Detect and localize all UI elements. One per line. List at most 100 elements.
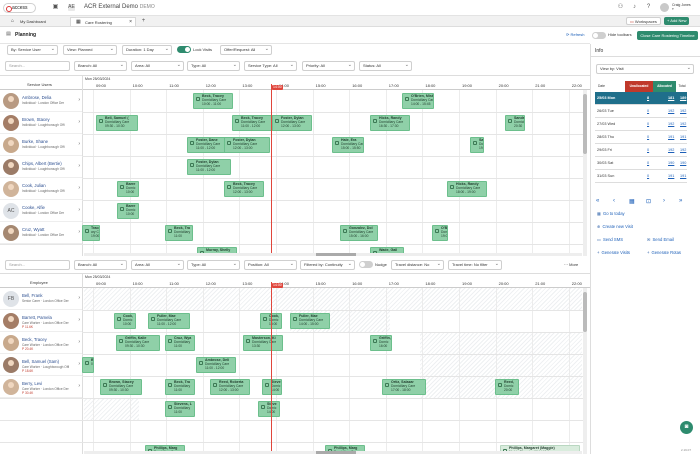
allocated-count[interactable]: 181: [668, 92, 674, 105]
more-button[interactable]: ⋯ More: [564, 262, 578, 267]
travel-time-select[interactable]: Travel time: No filter: [448, 260, 502, 270]
visit-card[interactable]: Griffin, Kalie Domiciliary Care 09:30 - 10…: [116, 335, 160, 351]
person-name[interactable]: Berry, Levi: [22, 381, 42, 386]
visit-card[interactable]: Barre Domic 10:00: [117, 203, 139, 219]
person-name[interactable]: Chips, Albert (Bertie): [22, 161, 62, 166]
duration-select[interactable]: Duration: 1 Day: [122, 45, 172, 55]
chevron-right-icon[interactable]: ›: [78, 185, 80, 191]
total-count[interactable]: 189: [680, 92, 686, 105]
total-count[interactable]: 192: [680, 105, 686, 118]
visit-card[interactable]: Beck, Tracey Domiciliary Care 10:00 - 11:0…: [193, 93, 233, 109]
access-logo[interactable]: access: [3, 3, 36, 13]
service-user-row[interactable]: AC Cooke, Alfie Individual · London Office…: [0, 200, 82, 222]
send-sms-link[interactable]: ▭ Send SMS: [597, 237, 623, 242]
total-count[interactable]: 191: [680, 131, 686, 144]
visit-card[interactable]: Hicks, Randy Domiciliary Care 18:00 - 19:0…: [447, 181, 487, 197]
generate-rotas-link[interactable]: + Generate Rotas: [647, 250, 681, 255]
visit-card[interactable]: Reed, Roberta Domiciliary Care 12:00 - 13:…: [210, 379, 250, 395]
person-name[interactable]: Bell, Frank: [22, 293, 43, 298]
employee-row[interactable]: Beck, Tracey Care Worker · London Office …: [0, 332, 82, 354]
day-row[interactable]: 27/03 Wed 0 192 192: [595, 118, 687, 131]
prev-day-icon[interactable]: ‹: [613, 198, 615, 204]
by-select[interactable]: By: Service User: [7, 45, 58, 55]
visit-card[interactable]: SteveDomic14:00: [258, 401, 280, 417]
nudge-toggle[interactable]: [359, 261, 373, 268]
lock-visits-toggle[interactable]: [177, 46, 191, 53]
visit-card[interactable]: SteveDomic14:00: [262, 379, 282, 395]
visit-card[interactable]: Masterson, Ki Domiciliary Care 13:30: [243, 335, 283, 351]
person-name[interactable]: Cruz, Wyatt: [22, 227, 44, 232]
bell-icon[interactable]: ♪: [631, 4, 638, 11]
priority-select[interactable]: Priority: All: [302, 61, 355, 71]
visit-card[interactable]: Gonzalez, Dol Domiciliary Care 15:00 - 16:…: [340, 225, 378, 241]
allocated-count[interactable]: 192: [668, 118, 674, 131]
chevron-right-icon[interactable]: ›: [78, 97, 80, 103]
user-name[interactable]: Craig Jones ▾: [672, 3, 691, 11]
status-select[interactable]: Status: All: [359, 61, 412, 71]
close-care-rostering-button[interactable]: Close Care Rostering Timeline: [637, 31, 698, 40]
chat-button[interactable]: ◙: [680, 421, 693, 434]
day-row[interactable]: 26/03 Tue 0 192 192: [595, 105, 687, 118]
visit-card[interactable]: Foster, Dylan Domiciliary Care 12:00 - 13:…: [224, 137, 270, 153]
employee-row[interactable]: Bell, Samuel (Sam) Care Worker · Loughbor…: [0, 354, 82, 376]
visit-card[interactable]: Griffin, Domic 16:00: [370, 335, 392, 351]
day-row[interactable]: 25/03 Mon 8 181 189: [595, 92, 687, 105]
visit-card[interactable]: Cruz, Wya Domiciliary 11:00: [165, 335, 195, 351]
chevron-right-icon[interactable]: ›: [78, 383, 80, 389]
allocated-count[interactable]: 192: [668, 144, 674, 157]
vertical-scrollbar[interactable]: [583, 90, 587, 256]
chevron-right-icon[interactable]: ›: [78, 207, 80, 213]
area-select[interactable]: Area: All: [131, 61, 184, 71]
branch-select[interactable]: Branch: All: [74, 61, 127, 71]
branch2-select[interactable]: Branch: All: [74, 260, 127, 270]
day-row[interactable]: 30/03 Sat 0 190 190: [595, 157, 687, 170]
employee-row[interactable]: Barrett, Pamela Care Worker · London Offi…: [0, 310, 82, 332]
day-row[interactable]: 31/03 Sun 0 191 191: [595, 170, 687, 183]
unallocated-count[interactable]: 0: [647, 118, 649, 131]
generate-visits-link[interactable]: + Generate Visits: [597, 250, 630, 255]
calendar-icon[interactable]: ▦: [629, 198, 635, 205]
person-name[interactable]: Burke, Shane: [22, 139, 48, 144]
visit-card[interactable]: O'Brien, Misty Domiciliary Care 14:00 - 15…: [402, 93, 434, 109]
offer-request-select[interactable]: Offer/Request: All: [220, 45, 272, 55]
person-name[interactable]: Brown, Stacey: [22, 117, 50, 122]
last-week-icon[interactable]: »: [679, 198, 682, 204]
chevron-right-icon[interactable]: ›: [78, 141, 80, 147]
unallocated-count[interactable]: 0: [647, 157, 649, 170]
visit-card[interactable]: Traceyary Care19:00: [82, 225, 100, 241]
travel-distance-select[interactable]: Travel distance: No: [391, 260, 444, 270]
visit-card[interactable]: Ambrose, Deli Domiciliary Care 11:00 - 12:…: [196, 357, 236, 373]
service-user-search[interactable]: Search...: [5, 61, 70, 71]
visit-card[interactable]: Brown, Stacey Domiciliary Care 09:30 - 10:…: [100, 379, 142, 395]
chevron-right-icon[interactable]: ›: [78, 229, 80, 235]
visit-card[interactable]: Hale, Era Domiciliary Care 15:00 - 15:50: [332, 137, 364, 153]
visit-card[interactable]: Foster, Dylan Domiciliary Care 11:00 - 12:…: [187, 159, 231, 175]
employee-search[interactable]: Search...: [5, 260, 70, 270]
visit-card[interactable]: Ortiz, Salazar Domiciliary Care 17:00 - 18…: [382, 379, 426, 395]
unallocated-count[interactable]: 0: [647, 105, 649, 118]
chevron-right-icon[interactable]: ›: [78, 361, 80, 367]
person-name[interactable]: Barrett, Pamela: [22, 315, 52, 320]
view-select[interactable]: View: Planned: [63, 45, 117, 55]
visit-card[interactable]: Fuller, Mae Domiciliary Care 11:00 - 12:00: [148, 313, 190, 329]
total-count[interactable]: 192: [680, 144, 686, 157]
chevron-right-icon[interactable]: ›: [78, 339, 80, 345]
app-badge-icon[interactable]: AE: [68, 4, 75, 11]
help-icon[interactable]: ?: [645, 4, 652, 11]
unallocated-count[interactable]: 0: [647, 144, 649, 157]
visit-card[interactable]: Foster, Dane Domiciliary Care 11:00 - 12:0…: [187, 137, 227, 153]
visit-card[interactable]: Barre Domic 10:00: [117, 181, 139, 197]
create-visit-link[interactable]: ⊕ Create new Visit: [597, 224, 633, 229]
service-type-select[interactable]: Service Type: All: [244, 61, 297, 71]
avatar[interactable]: [660, 3, 669, 12]
visit-card[interactable]: Foster, Dylan Domiciliary Care 12:00 - 13:…: [272, 115, 312, 131]
first-week-icon[interactable]: «: [596, 198, 599, 204]
go-to-today-link[interactable]: ▦ Go to today: [597, 211, 625, 216]
visit-card[interactable]: O'BrieDomic19:00: [432, 225, 448, 241]
visit-card[interactable]: Beck, Tracey Domiciliary Care 12:00 - 13:0…: [224, 181, 264, 197]
employee-row[interactable]: Berry, Levi Care Worker · London Office D…: [0, 376, 82, 398]
service-user-row[interactable]: Burke, Shane Individual · Loughborough Of…: [0, 134, 82, 156]
unallocated-count[interactable]: 0: [647, 170, 649, 183]
service-user-row[interactable]: Brown, Stacey Individual · Loughborough O…: [0, 112, 82, 134]
visit-card[interactable]: Beck, Tracey Domiciliary Care 11:00 - 12:0…: [232, 115, 274, 131]
